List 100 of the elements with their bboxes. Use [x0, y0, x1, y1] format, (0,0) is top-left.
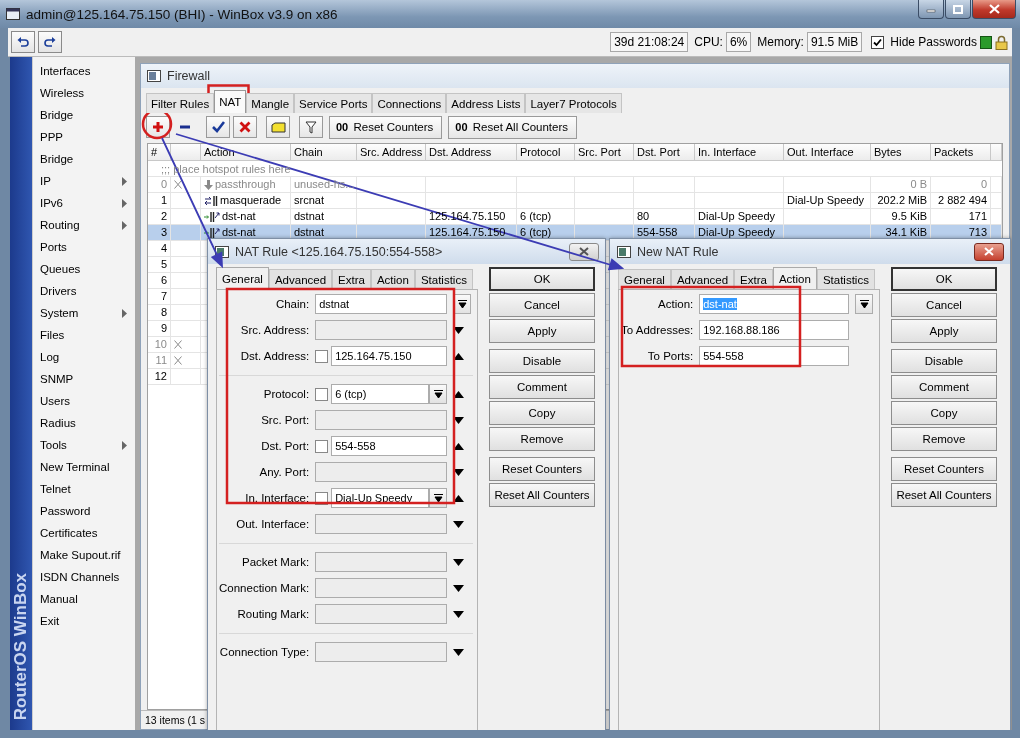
maximize-button[interactable]	[945, 0, 971, 19]
menu-item[interactable]: ISDN Channels	[33, 566, 135, 588]
tab[interactable]: Filter Rules	[146, 93, 215, 113]
input-field[interactable]: 554-558	[699, 346, 849, 366]
input-field[interactable]	[315, 604, 447, 624]
dialog-button[interactable]: Remove	[489, 427, 595, 451]
expand-arrow-icon[interactable]	[453, 610, 464, 618]
dialog-button[interactable]: Reset Counters	[489, 457, 595, 481]
tab[interactable]: Connections	[372, 93, 447, 113]
input-field[interactable]: 125.164.75.150	[331, 346, 447, 366]
close-button[interactable]	[972, 0, 1016, 19]
menu-item[interactable]: Wireless	[33, 82, 135, 104]
input-field[interactable]: 6 (tcp)	[331, 384, 429, 404]
dialog-button[interactable]: OK	[891, 267, 997, 291]
hide-passwords-checkbox[interactable]	[871, 35, 885, 49]
tab[interactable]: Address Lists	[446, 93, 526, 113]
tab[interactable]: Extra	[332, 269, 371, 289]
negate-checkbox[interactable]	[315, 439, 329, 453]
expand-arrow-icon[interactable]	[453, 558, 464, 566]
dialog-button[interactable]: Reset Counters	[891, 457, 997, 481]
dialog-button[interactable]: Copy	[891, 401, 997, 425]
disable-button[interactable]	[233, 116, 257, 138]
column-header[interactable]: In. Interface	[695, 144, 784, 160]
tab[interactable]: Action	[772, 267, 817, 289]
dialog-button[interactable]: Apply	[891, 319, 997, 343]
column-header[interactable]: Protocol	[517, 144, 575, 160]
tab[interactable]: Mangle	[246, 93, 295, 113]
minimize-button[interactable]	[918, 0, 944, 19]
dialog-button[interactable]: Comment	[891, 375, 997, 399]
menu-item[interactable]: Files	[33, 324, 135, 346]
filter-button[interactable]	[299, 116, 323, 138]
menu-item[interactable]: Log	[33, 346, 135, 368]
column-header[interactable]: Dst. Port	[634, 144, 695, 160]
menu-item[interactable]: PPP	[33, 126, 135, 148]
column-header[interactable]: Dst. Address	[426, 144, 517, 160]
menu-item[interactable]: SNMP	[33, 368, 135, 390]
collapse-arrow-icon[interactable]	[453, 494, 464, 502]
menu-item[interactable]: New Terminal	[33, 456, 135, 478]
negate-checkbox[interactable]	[315, 349, 329, 363]
tab[interactable]: Advanced	[268, 269, 333, 289]
expand-arrow-icon[interactable]	[453, 648, 464, 656]
menu-item[interactable]: Bridge	[33, 148, 135, 170]
menu-item[interactable]: Users	[33, 390, 135, 412]
expand-arrow-icon[interactable]	[453, 584, 464, 592]
menu-item[interactable]: System	[33, 302, 135, 324]
menu-item[interactable]: IPv6	[33, 192, 135, 214]
dialog-button[interactable]: Remove	[891, 427, 997, 451]
menu-item[interactable]: Queues	[33, 258, 135, 280]
input-field[interactable]: dstnat	[315, 294, 447, 314]
negate-checkbox[interactable]	[315, 387, 329, 401]
tab[interactable]: Statistics	[414, 269, 473, 289]
menu-item[interactable]: IP	[33, 170, 135, 192]
input-field[interactable]	[315, 514, 447, 534]
enable-button[interactable]	[206, 116, 230, 138]
tab[interactable]: Action	[370, 269, 415, 289]
input-field[interactable]	[315, 410, 447, 430]
reset-counters-button[interactable]: 00 Reset Counters	[329, 115, 443, 139]
tab[interactable]: Statistics	[816, 269, 875, 289]
collapse-arrow-icon[interactable]	[453, 390, 464, 398]
dialog-button[interactable]: Disable	[489, 349, 595, 373]
menu-item[interactable]: Certificates	[33, 522, 135, 544]
dropdown-button[interactable]	[429, 384, 447, 404]
menu-item[interactable]: Manual	[33, 588, 135, 610]
menu-item[interactable]: Make Supout.rif	[33, 544, 135, 566]
column-header[interactable]: Chain	[291, 144, 357, 160]
comment-button[interactable]	[266, 116, 290, 138]
dialog-button[interactable]: OK	[489, 267, 595, 291]
menu-item[interactable]: Exit	[33, 610, 135, 632]
tab[interactable]: Extra	[734, 269, 773, 289]
column-header[interactable]: Packets	[931, 144, 991, 160]
dialog-button[interactable]: Disable	[891, 349, 997, 373]
menu-item[interactable]: Bridge	[33, 104, 135, 126]
menu-item[interactable]: Drivers	[33, 280, 135, 302]
tab[interactable]: Service Ports	[294, 93, 373, 113]
expand-arrow-icon[interactable]	[453, 416, 464, 424]
menu-item[interactable]: Interfaces	[33, 60, 135, 82]
expand-arrow-icon[interactable]	[453, 468, 464, 476]
dialog-button[interactable]: Cancel	[489, 293, 595, 317]
dialog-button[interactable]: Apply	[489, 319, 595, 343]
menu-item[interactable]: Routing	[33, 214, 135, 236]
dialog-button[interactable]: Comment	[489, 375, 595, 399]
close-button[interactable]	[569, 242, 599, 261]
input-field[interactable]: 554-558	[331, 436, 447, 456]
close-button[interactable]	[974, 242, 1004, 261]
tab[interactable]: General	[618, 269, 671, 289]
input-field[interactable]	[315, 462, 447, 482]
input-field[interactable]	[315, 642, 447, 662]
menu-item[interactable]: Telnet	[33, 478, 135, 500]
redo-button[interactable]	[38, 31, 62, 53]
undo-button[interactable]	[11, 31, 35, 53]
menu-item[interactable]: Tools	[33, 434, 135, 456]
menu-item[interactable]: Ports	[33, 236, 135, 258]
collapse-arrow-icon[interactable]	[453, 352, 464, 360]
menu-item[interactable]: Password	[33, 500, 135, 522]
expand-arrow-icon[interactable]	[453, 520, 464, 528]
dropdown-button[interactable]	[429, 488, 447, 508]
column-header[interactable]: Src. Port	[575, 144, 634, 160]
input-field[interactable]	[315, 552, 447, 572]
input-field[interactable]	[315, 578, 447, 598]
dialog-button[interactable]: Reset All Counters	[891, 483, 997, 507]
